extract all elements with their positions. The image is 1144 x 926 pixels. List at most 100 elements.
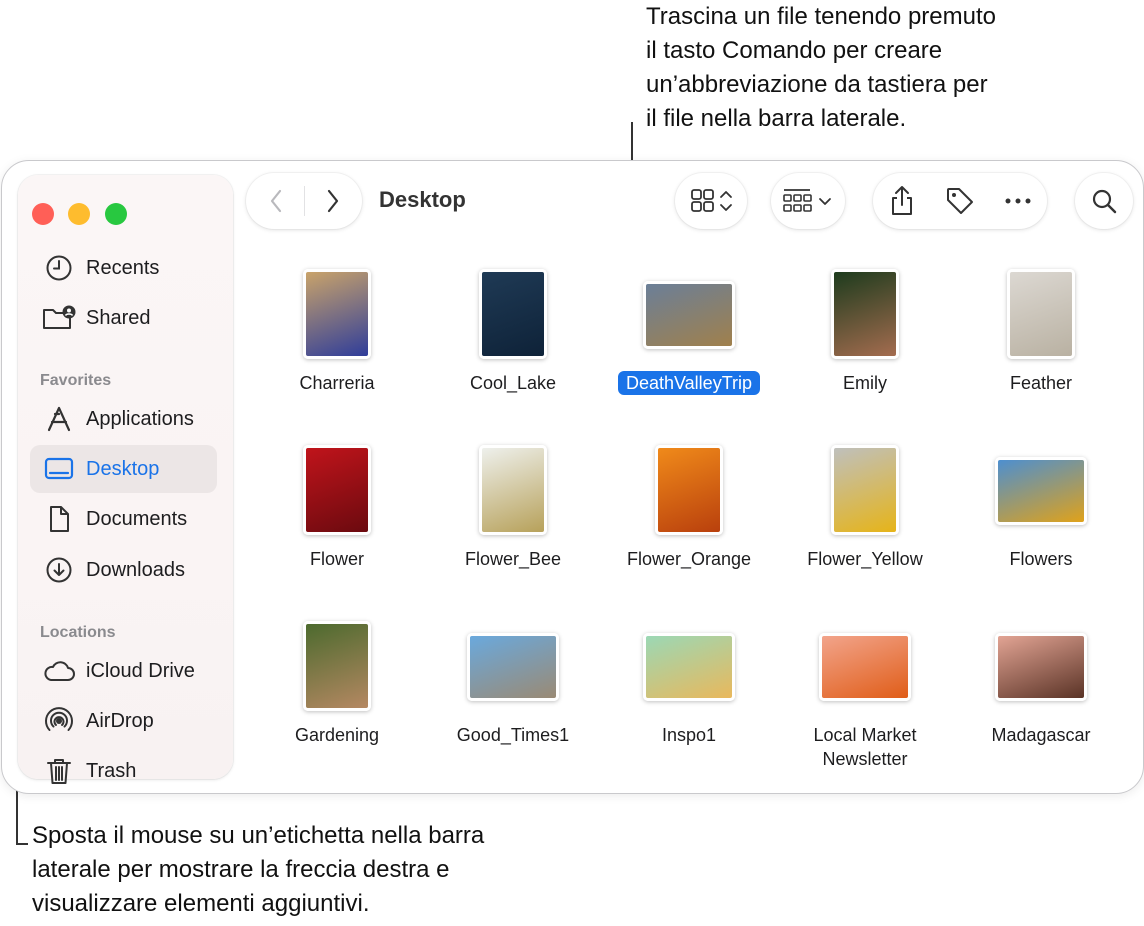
- chevron-left-icon: [270, 189, 281, 213]
- file-item[interactable]: DeathValleyTrip: [604, 261, 774, 401]
- file-thumbnail: [995, 457, 1087, 525]
- icon-view-icon: [691, 189, 732, 212]
- file-item[interactable]: Good_Times1: [428, 613, 598, 753]
- sidebar-item-downloads[interactable]: Downloads: [30, 546, 217, 594]
- file-thumbnail: [303, 621, 371, 711]
- file-thumbnail: [303, 269, 371, 359]
- file-thumbnail: [643, 633, 735, 701]
- file-item[interactable]: Flower: [252, 437, 422, 577]
- file-name: Emily: [843, 373, 887, 393]
- file-thumbnail: [995, 633, 1087, 701]
- view-mode-button[interactable]: [675, 173, 747, 229]
- sidebar-item-recents[interactable]: Recents: [30, 244, 217, 292]
- sidebar-item-trash[interactable]: Trash: [30, 747, 217, 793]
- more-button[interactable]: [993, 176, 1043, 226]
- file-thumbnail: [831, 445, 899, 535]
- sidebar-item-label: Applications: [86, 407, 194, 430]
- applications-icon: [42, 402, 76, 436]
- callout-top-text: Trascina un file tenendo premuto il tast…: [646, 3, 996, 132]
- file-name: Madagascar: [991, 725, 1091, 745]
- file-item[interactable]: Flower_Yellow: [780, 437, 950, 577]
- chevron-right-icon: [327, 189, 338, 213]
- file-name: Charreria: [299, 373, 375, 393]
- file-item[interactable]: Madagascar: [956, 613, 1126, 753]
- download-icon: [42, 553, 76, 587]
- file-name: Flower_Orange: [626, 549, 752, 569]
- sidebar-item-label: Shared: [86, 306, 151, 329]
- tag-icon: [947, 188, 973, 214]
- sidebar-item-label: Downloads: [86, 558, 185, 581]
- file-name: Feather: [1009, 373, 1073, 393]
- share-icon: [892, 186, 912, 215]
- sidebar-item-label: Desktop: [86, 457, 160, 480]
- sidebar-item-label: AirDrop: [86, 709, 154, 732]
- clock-icon: [42, 251, 76, 285]
- trash-icon: [42, 754, 76, 788]
- file-name: DeathValleyTrip: [604, 371, 774, 395]
- sidebar-item-shared[interactable]: Shared: [30, 294, 217, 342]
- file-thumbnail: [303, 445, 371, 535]
- file-name: Cool_Lake: [469, 373, 557, 393]
- actions-group: [873, 173, 1047, 229]
- file-name: Inspo1: [661, 725, 717, 745]
- close-window-button[interactable]: [32, 203, 54, 225]
- file-name: Flower: [309, 549, 364, 569]
- file-name: Flowers: [1009, 549, 1073, 569]
- sidebar-item-applications[interactable]: Applications: [30, 395, 217, 443]
- cloud-icon: [42, 654, 76, 688]
- sidebar-item-airdrop[interactable]: AirDrop: [30, 697, 217, 745]
- file-item[interactable]: Feather: [956, 261, 1126, 401]
- window-title: Desktop: [379, 187, 466, 212]
- tag-button[interactable]: [935, 176, 985, 226]
- file-item[interactable]: Local Market Newsletter: [780, 613, 950, 769]
- group-by-button[interactable]: [771, 173, 845, 229]
- file-thumbnail: [1007, 269, 1075, 359]
- minimize-window-button[interactable]: [68, 203, 90, 225]
- file-item[interactable]: Flower_Bee: [428, 437, 598, 577]
- finder-window: Recents Shared Favorites Applications De…: [1, 160, 1144, 794]
- sidebar-item-label: iCloud Drive: [86, 659, 195, 682]
- file-item[interactable]: Cool_Lake: [428, 261, 598, 401]
- file-item[interactable]: Flowers: [956, 437, 1126, 577]
- back-button[interactable]: [248, 173, 304, 229]
- sidebar-section-locations[interactable]: Locations: [40, 624, 116, 642]
- file-thumbnail: [467, 633, 559, 701]
- file-name: Flower_Yellow: [807, 549, 923, 569]
- sidebar-item-icloud-drive[interactable]: iCloud Drive: [30, 647, 217, 695]
- share-button[interactable]: [877, 176, 927, 226]
- sidebar-item-documents[interactable]: Documents: [30, 495, 217, 543]
- selected-file-label: DeathValleyTrip: [617, 371, 761, 395]
- sidebar-item-desktop[interactable]: Desktop: [30, 445, 217, 493]
- file-thumbnail: [655, 445, 723, 535]
- sidebar-item-label: Trash: [86, 759, 137, 782]
- ellipsis-icon: [1005, 198, 1031, 204]
- file-item[interactable]: Inspo1: [604, 613, 774, 753]
- forward-button[interactable]: [305, 173, 361, 229]
- file-item[interactable]: Emily: [780, 261, 950, 401]
- search-button[interactable]: [1075, 173, 1133, 229]
- file-item[interactable]: Gardening: [252, 613, 422, 753]
- sidebar: Recents Shared Favorites Applications De…: [18, 175, 233, 784]
- file-item[interactable]: Charreria: [252, 261, 422, 401]
- file-name: Gardening: [294, 725, 380, 745]
- document-icon: [42, 502, 76, 536]
- file-name: Local Market Newsletter: [813, 725, 917, 769]
- file-thumbnail: [643, 281, 735, 349]
- airdrop-icon: [42, 704, 76, 738]
- callout-bottom-line-tick2: [16, 843, 28, 845]
- sidebar-item-label: Documents: [86, 507, 188, 530]
- sidebar-item-label: Recents: [86, 256, 160, 279]
- file-name: Good_Times1: [456, 725, 570, 745]
- file-item[interactable]: Flower_Orange: [604, 437, 774, 577]
- file-name: Flower_Bee: [464, 549, 562, 569]
- file-thumbnail: [479, 269, 547, 359]
- callout-bottom-text: Sposta il mouse su un’etichetta nella ba…: [32, 822, 485, 917]
- sidebar-section-favorites[interactable]: Favorites: [40, 372, 111, 390]
- search-icon: [1092, 189, 1117, 214]
- zoom-window-button[interactable]: [105, 203, 127, 225]
- group-icon: [783, 189, 831, 212]
- nav-buttons-group: [246, 173, 362, 229]
- file-thumbnail: [479, 445, 547, 535]
- desktop-icon: [42, 452, 76, 486]
- file-thumbnail: [819, 633, 911, 701]
